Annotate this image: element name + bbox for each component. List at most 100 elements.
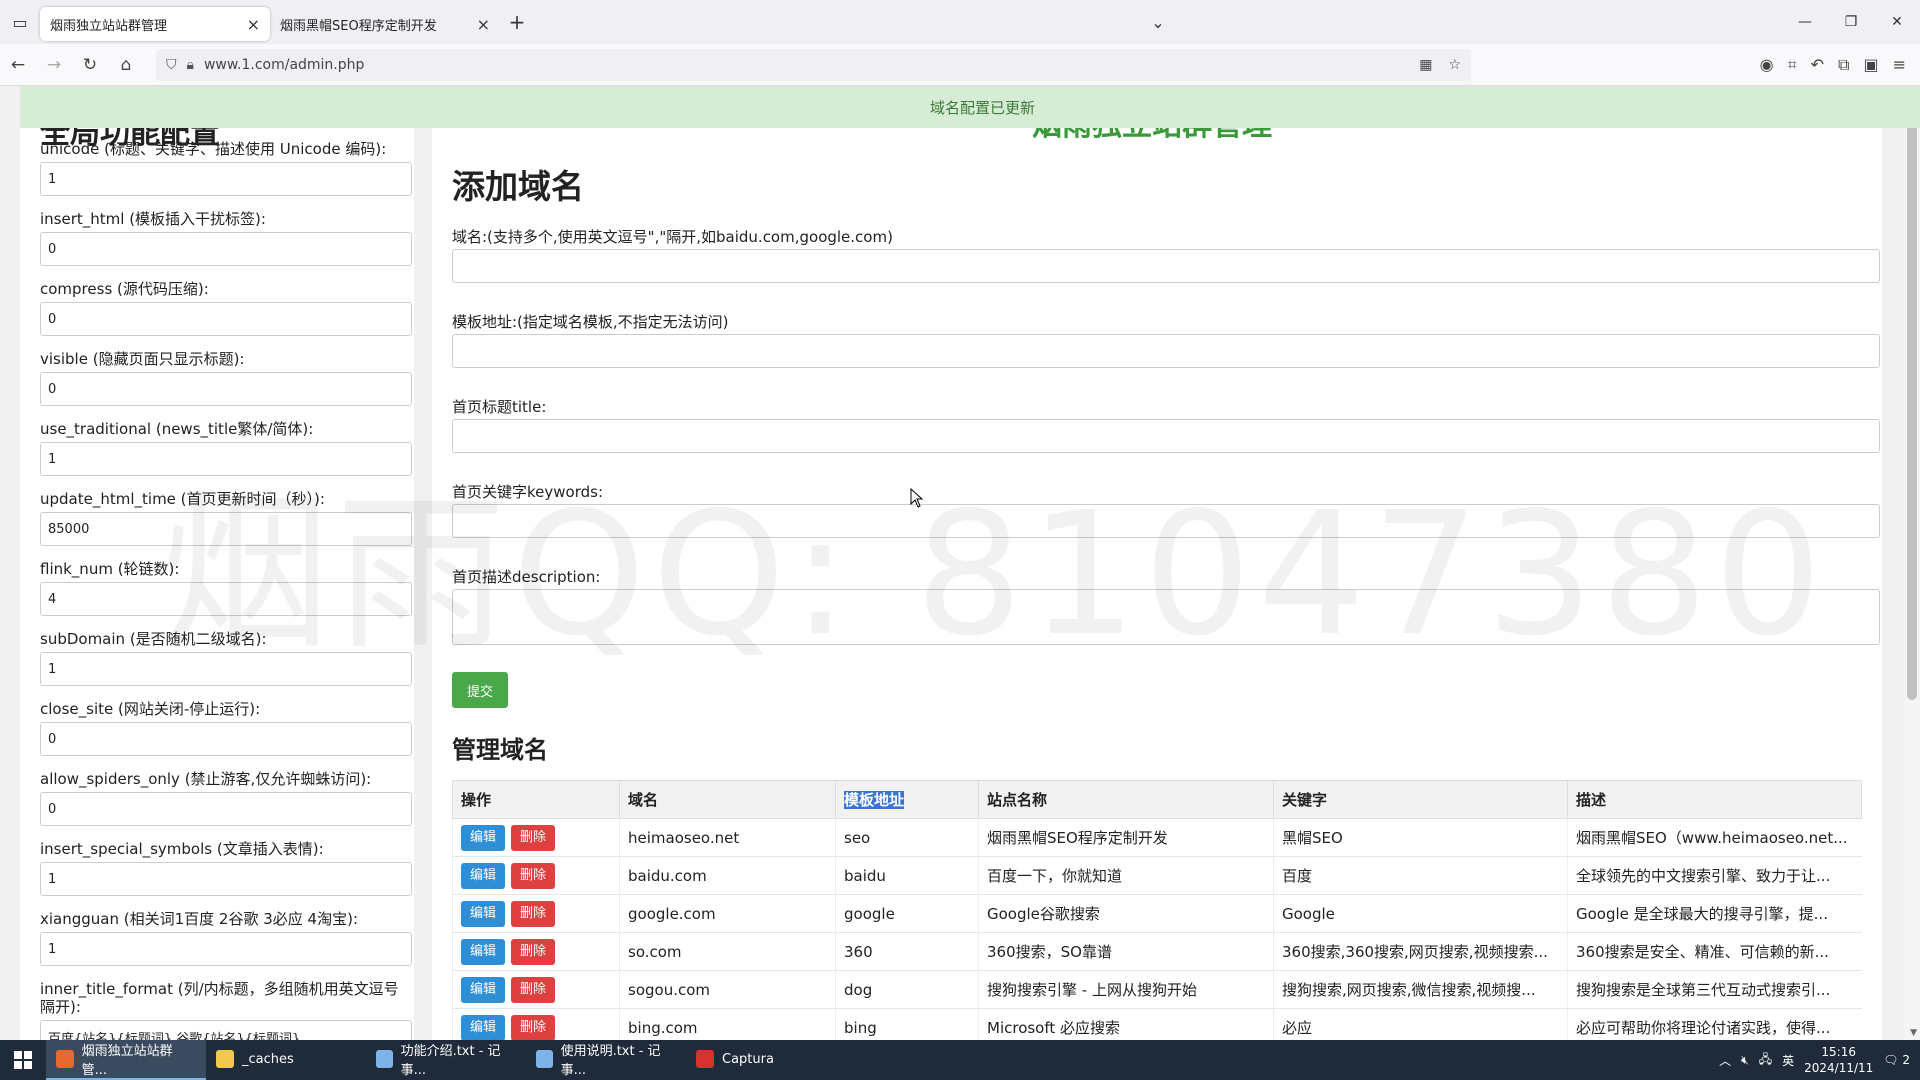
table-body: 编辑 删除 heimaoseo.net seo 烟雨黑帽SEO程序定制开发 黑帽SEO 烟雨…: [452, 818, 1862, 1040]
scrollbar-thumb[interactable]: [1907, 116, 1917, 700]
edit-button[interactable]: 编辑: [461, 1014, 506, 1040]
add-domain-heading: 添加域名: [452, 167, 584, 206]
notification-icon[interactable]: 🗨︎ 2: [1883, 1053, 1910, 1067]
site-name-cell: 烟雨黑帽SEO程序定制开发: [978, 818, 1274, 857]
tab-admin[interactable]: 烟雨独立站站群管理 ×: [40, 7, 270, 41]
config-item: visible (隐藏页面只显示标题): 0: [40, 350, 414, 406]
extensions-icon[interactable]: ⧉: [1838, 55, 1849, 75]
taskbar-item[interactable]: Captura: [686, 1040, 846, 1080]
taskbar-item[interactable]: 使用说明.txt - 记事...: [526, 1040, 686, 1080]
page-content: 域名配置已更新 全局功能配置 unicode (标题、关键字、描述使用 Unic…: [0, 86, 1920, 1040]
shield-icon: ⛉: [166, 56, 177, 73]
bookmark-star-icon[interactable]: ☆: [1448, 57, 1461, 73]
template-cell: bing: [835, 1008, 979, 1040]
minimize-icon[interactable]: —: [1782, 14, 1828, 30]
submit-button[interactable]: 提交: [452, 672, 508, 708]
windows-start-icon[interactable]: [0, 1040, 46, 1080]
edit-button[interactable]: 编辑: [461, 900, 506, 927]
template-field-label: 模板地址:(指定域名模板,不指定无法访问): [452, 313, 729, 331]
config-item: xiangguan (相关词1百度 2谷歌 3必应 4淘宝): 1: [40, 910, 414, 966]
tab-list-icon[interactable]: ▭: [0, 0, 40, 44]
delete-button[interactable]: 删除: [511, 900, 556, 927]
taskbar-item[interactable]: _caches: [206, 1040, 366, 1080]
config-input[interactable]: 0: [40, 722, 412, 756]
screenshot-icon[interactable]: ⌗: [1788, 55, 1797, 75]
keywords-input[interactable]: [452, 504, 1880, 538]
delete-button[interactable]: 删除: [511, 976, 556, 1003]
taskbar-item[interactable]: 功能介绍.txt - 记事...: [366, 1040, 526, 1080]
description-textarea[interactable]: [452, 589, 1880, 645]
table-row: 编辑 删除 sogou.com dog 搜狗搜索引擎 - 上网从搜狗开始 搜狗搜索,网页搜…: [452, 970, 1862, 1009]
clock[interactable]: 15:16 2024/11/11: [1804, 1044, 1873, 1076]
config-input[interactable]: 百度{站名}{标题词},谷歌{站名}{标题词}: [40, 1020, 412, 1040]
config-label: flink_num (轮链数):: [40, 560, 180, 578]
chevron-down-icon[interactable]: ⌄: [1135, 13, 1181, 32]
delete-button[interactable]: 删除: [511, 938, 556, 965]
keywords-cell: Google: [1273, 894, 1568, 933]
ime-indicator[interactable]: 英: [1782, 1052, 1794, 1069]
delete-button[interactable]: 删除: [511, 862, 556, 889]
template-cell: 360: [835, 932, 979, 971]
back-icon[interactable]: ←: [0, 55, 36, 75]
scroll-down-icon[interactable]: ▼: [1910, 1028, 1917, 1038]
qr-code-icon[interactable]: ▦: [1419, 57, 1432, 73]
header-keywords: 关键字: [1273, 780, 1568, 819]
config-input[interactable]: 0: [40, 232, 412, 266]
config-input[interactable]: 1: [40, 442, 412, 476]
restore-icon[interactable]: ❐: [1828, 14, 1874, 30]
volume-muted-icon[interactable]: 🔇︎: [1741, 1053, 1749, 1068]
edit-button[interactable]: 编辑: [461, 976, 506, 1003]
config-item: update_html_time (首页更新时间（秒）): 85000: [40, 490, 414, 546]
forward-icon[interactable]: →: [36, 55, 72, 75]
taskbar-item-label: 使用说明.txt - 记事...: [560, 1044, 661, 1078]
taskbar-item[interactable]: 烟雨独立站站群管...: [46, 1040, 206, 1080]
edit-button[interactable]: 编辑: [461, 938, 506, 965]
config-input[interactable]: 0: [40, 792, 412, 826]
config-label: insert_html (模板插入干扰标签):: [40, 210, 266, 228]
config-input[interactable]: 4: [40, 582, 412, 616]
config-input[interactable]: 1: [40, 862, 412, 896]
table-row: 编辑 删除 baidu.com baidu 百度一下，你就知道 百度 全球领先的中文搜索引擎…: [452, 856, 1862, 895]
description-cell: 烟雨黑帽SEO（www.heimaoseo.net...: [1567, 818, 1862, 857]
config-input[interactable]: 85000: [40, 512, 412, 546]
undo-icon[interactable]: ↶: [1811, 55, 1824, 75]
menu-icon[interactable]: ≡: [1893, 55, 1906, 75]
tray-expand-icon[interactable]: ︿: [1719, 1052, 1731, 1069]
config-item: subDomain (是否随机二级域名): 1: [40, 630, 414, 686]
window-close-icon[interactable]: ✕: [1874, 14, 1920, 30]
domain-management-panel: 烟雨独立站群管理 添加域名 域名:(支持多个,使用英文逗号","隔开,如baid…: [432, 86, 1882, 1040]
domain-cell: bing.com: [619, 1008, 836, 1040]
url-bar[interactable]: ⛉ 🔒︎ www.1.com/admin.php ▦ ☆: [156, 48, 1471, 81]
browser-nav-bar: ← → ↻ ⌂ ⛉ 🔒︎ www.1.com/admin.php ▦ ☆ ◉ ⌗…: [0, 44, 1920, 86]
keywords-cell: 百度: [1273, 856, 1568, 895]
close-icon[interactable]: ×: [247, 15, 260, 34]
page-scrollbar[interactable]: ▲ ▼: [1904, 86, 1920, 1040]
description-field-label: 首页描述description:: [452, 568, 601, 586]
domain-cell: google.com: [619, 894, 836, 933]
config-input[interactable]: 0: [40, 372, 412, 406]
account-icon[interactable]: ◉: [1760, 55, 1774, 75]
description-cell: 全球领先的中文搜索引擎、致力于让...: [1567, 856, 1862, 895]
description-cell: 必应可帮助你将理论付诸实践，使得...: [1567, 1008, 1862, 1040]
template-input[interactable]: [452, 334, 1880, 368]
network-icon[interactable]: 🖧︎: [1759, 1050, 1772, 1071]
config-input[interactable]: 1: [40, 932, 412, 966]
template-cell: google: [835, 894, 979, 933]
close-icon[interactable]: ×: [477, 15, 490, 34]
edit-button[interactable]: 编辑: [461, 824, 506, 851]
domain-input[interactable]: [452, 249, 1880, 283]
actions-cell: 编辑 删除: [452, 970, 620, 1009]
delete-button[interactable]: 删除: [511, 824, 556, 851]
config-input[interactable]: 1: [40, 162, 412, 196]
title-input[interactable]: [452, 419, 1880, 453]
home-icon[interactable]: ⌂: [108, 55, 144, 75]
domain-table: 操作 域名 模板地址 站点名称 关键字 描述 编辑 删除 heimaoseo.net…: [452, 780, 1862, 1040]
edit-button[interactable]: 编辑: [461, 862, 506, 889]
config-input[interactable]: 0: [40, 302, 412, 336]
reload-icon[interactable]: ↻: [72, 55, 108, 75]
extension-icon[interactable]: ▣: [1863, 55, 1878, 75]
config-input[interactable]: 1: [40, 652, 412, 686]
delete-button[interactable]: 删除: [511, 1014, 556, 1040]
new-tab-button[interactable]: +: [500, 10, 534, 34]
tab-seo[interactable]: 烟雨黑帽SEO程序定制开发 ×: [270, 7, 500, 41]
